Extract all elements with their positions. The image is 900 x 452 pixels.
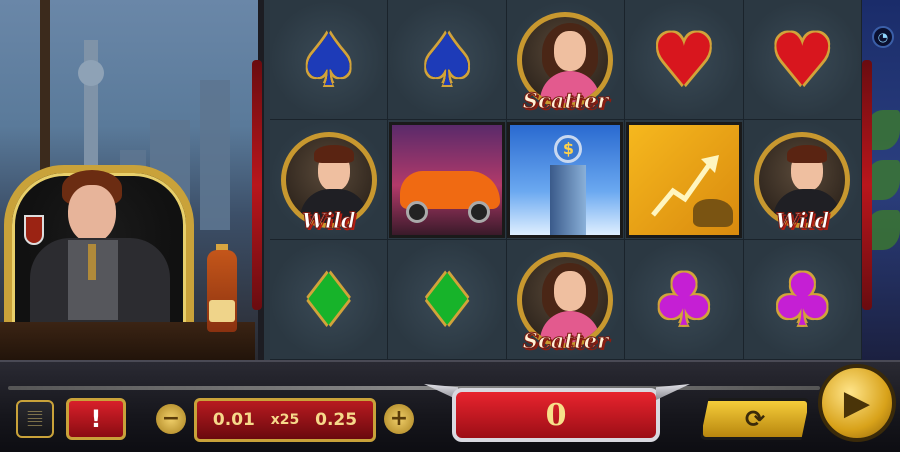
info-button[interactable]: ! bbox=[66, 398, 126, 440]
win-value: 0 bbox=[545, 397, 567, 433]
play-icon: ▶ bbox=[843, 383, 871, 423]
piano-keys-icon: 𝄚 bbox=[27, 408, 43, 430]
reel-cell: Wild bbox=[270, 120, 389, 240]
reel-grid: ♠ ♠ Scatter ♥ ♥ Wild $ Wild ♦ ♦ Scatter ♣ ♣ bbox=[270, 0, 862, 360]
reel-cell: ♣ bbox=[625, 240, 744, 360]
reel-cell: ♠ bbox=[270, 0, 389, 120]
plus-icon: + bbox=[389, 406, 409, 431]
bank-tower-symbol: $ bbox=[507, 121, 624, 238]
character-tie bbox=[88, 244, 96, 280]
win-display: 0 bbox=[452, 388, 660, 442]
reel-cell: ♠ bbox=[388, 0, 507, 120]
wine-glass bbox=[24, 215, 44, 245]
tv-tower-sphere bbox=[78, 60, 104, 86]
reel-cell bbox=[388, 120, 507, 240]
reel-cell: Wild bbox=[743, 120, 862, 240]
reel-side-ornament-right bbox=[862, 60, 872, 310]
reel-cell: Scatter bbox=[506, 240, 626, 360]
spade-symbol: ♠ bbox=[296, 17, 361, 102]
bet-display: 0.01 x25 0.25 bbox=[194, 398, 376, 442]
decrease-bet-button[interactable]: − bbox=[156, 404, 186, 434]
skyscraper bbox=[200, 80, 230, 230]
wild-label: Wild bbox=[301, 208, 356, 234]
scatter-label: Scatter bbox=[522, 88, 609, 114]
reel-side-ornament-left bbox=[252, 60, 262, 310]
bar-trim bbox=[8, 386, 820, 390]
menu-button[interactable]: 𝄚 bbox=[16, 400, 54, 438]
club-symbol: ♣ bbox=[651, 257, 717, 342]
reel-cell: Scatter bbox=[506, 0, 626, 120]
reel-cell: ♦ bbox=[388, 240, 507, 360]
reel-cell: $ bbox=[506, 120, 626, 240]
heart-symbol: ♥ bbox=[770, 17, 835, 102]
reel-cell: ♥ bbox=[625, 0, 744, 120]
cognac-label bbox=[209, 300, 235, 322]
reel-cell: ♣ bbox=[743, 240, 862, 360]
diamond-symbol: ♦ bbox=[296, 257, 361, 342]
spade-symbol: ♠ bbox=[414, 17, 480, 102]
heart-symbol: ♥ bbox=[651, 17, 717, 102]
minus-icon: − bbox=[161, 406, 181, 431]
reel-cell bbox=[625, 120, 744, 240]
reel-area: ♠ ♠ Scatter ♥ ♥ Wild $ Wild ♦ ♦ Scatter ♣ ♣ bbox=[258, 0, 862, 360]
exclamation-icon: ! bbox=[90, 405, 102, 433]
refresh-icon: ⟳ bbox=[744, 405, 766, 433]
wild-label: Wild bbox=[775, 208, 830, 234]
character-head bbox=[68, 185, 116, 243]
diamond-symbol: ♦ bbox=[414, 257, 480, 342]
sports-car-symbol bbox=[389, 121, 506, 238]
reel-cell: ♦ bbox=[270, 240, 389, 360]
gauge-icon: ◔ bbox=[872, 26, 894, 48]
reel-cell: ♥ bbox=[743, 0, 862, 120]
scatter-label: Scatter bbox=[522, 328, 609, 354]
total-bet: 0.25 bbox=[315, 410, 358, 430]
increase-bet-button[interactable]: + bbox=[384, 404, 414, 434]
coin-value: 0.01 bbox=[212, 410, 255, 430]
autoplay-button[interactable]: ⟳ bbox=[700, 398, 810, 440]
spin-button[interactable]: ▶ bbox=[818, 364, 896, 442]
bet-multiplier: x25 bbox=[270, 412, 300, 428]
bull-market-symbol bbox=[625, 121, 742, 238]
club-symbol: ♣ bbox=[770, 257, 835, 342]
